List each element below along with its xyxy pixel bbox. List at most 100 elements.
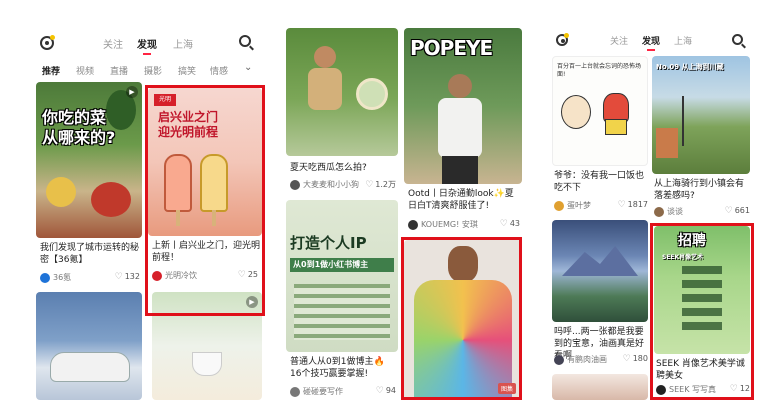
card-image bbox=[552, 374, 648, 400]
card-author[interactable]: SEEK 写写真 bbox=[656, 384, 716, 395]
card-author[interactable]: 有鹏肉油画 bbox=[554, 354, 607, 365]
feed-card[interactable]: 吗呼...两一张都是我要到的宝意，油画真是好看啊 有鹏肉油画 ♡180 bbox=[552, 220, 648, 370]
card-author[interactable]: 光明冷饮 bbox=[152, 270, 197, 281]
feed-card[interactable]: 百分百一上台就会忘词的恐怖场面! 爷爷：没有我一口饭也吃不下 蛋叶梦 ♡ 1817 bbox=[552, 56, 648, 216]
feed-card[interactable] bbox=[36, 292, 142, 400]
like-count[interactable]: ♡ 661 bbox=[725, 206, 750, 216]
likes-value: 25 bbox=[247, 270, 258, 279]
strawberry-shape bbox=[91, 182, 131, 217]
feed-card[interactable] bbox=[552, 374, 648, 400]
like-count[interactable]: ♡ 94 bbox=[376, 386, 396, 396]
card-image: 打造个人IP 从0到1做小红书博主 bbox=[286, 200, 398, 352]
author-name: 谈谈 bbox=[667, 207, 683, 216]
popsicle-stick bbox=[212, 210, 216, 226]
tab-discover[interactable]: 发现 bbox=[137, 36, 157, 55]
card-author[interactable]: 蛋叶梦 bbox=[554, 200, 591, 211]
author-name: 有鹏肉油画 bbox=[567, 355, 607, 364]
likes-value: 12 bbox=[739, 384, 750, 393]
like-count[interactable]: ♡ 1.2万 bbox=[365, 179, 396, 190]
category-emotion[interactable]: 情感 bbox=[210, 64, 228, 77]
category-live[interactable]: 直播 bbox=[110, 64, 128, 77]
tab-discover[interactable]: 发现 bbox=[642, 34, 660, 51]
like-count[interactable]: ♡ 43 bbox=[500, 219, 520, 229]
text-lines bbox=[294, 284, 390, 340]
feed-card[interactable]: ▶ bbox=[152, 292, 262, 400]
popsicle-shape bbox=[200, 154, 228, 212]
tab-following[interactable]: 关注 bbox=[610, 34, 628, 47]
card-author[interactable]: KOUEMG! 安琪 bbox=[408, 219, 478, 230]
card-caption: Ootd丨日杂通勤look✨夏日白T清爽舒服佳了! bbox=[408, 189, 514, 211]
author-name: 36氪 bbox=[53, 273, 72, 282]
card-author[interactable]: 碰碰要写作 bbox=[290, 386, 343, 397]
phone-screen-left: 关注 发现 上海 推荐 视频 直播 摄影 搞笑 情感 ⌄ 你吃的菜 从哪来的? … bbox=[30, 28, 268, 400]
phone-screen-middle: 夏天吃西瓜怎么拍? 大麦麦和小小狗 ♡ 1.2万 POPEYE Ootd丨日杂通勤… bbox=[286, 28, 522, 400]
search-icon[interactable] bbox=[239, 35, 251, 47]
author-name: 光明冷饮 bbox=[165, 271, 197, 280]
like-count[interactable]: ♡ 1817 bbox=[618, 200, 648, 210]
app-logo-icon[interactable] bbox=[556, 33, 569, 46]
top-nav: 关注 发现 上海 bbox=[30, 28, 268, 58]
card-author[interactable]: 谈谈 bbox=[654, 206, 683, 217]
app-logo-icon[interactable] bbox=[40, 35, 55, 50]
card-caption: SEEK 肖像艺术美学诚聘美女 bbox=[656, 359, 745, 381]
search-icon[interactable] bbox=[732, 34, 743, 45]
tab-local[interactable]: 上海 bbox=[674, 34, 692, 47]
likes-value: 180 bbox=[632, 354, 648, 363]
heart-icon: ♡ bbox=[237, 270, 246, 280]
feed-card[interactable]: 图集 bbox=[404, 240, 522, 400]
card-caption: 从上海骑行到小镇会有落差感吗? bbox=[654, 179, 745, 201]
card-image: 百分百一上台就会忘词的恐怖场面! bbox=[552, 56, 648, 166]
likes-value: 43 bbox=[509, 219, 520, 228]
boy-body bbox=[308, 68, 342, 110]
dark-pants bbox=[442, 156, 478, 184]
tab-local[interactable]: 上海 bbox=[173, 36, 193, 51]
mountain-shape bbox=[562, 246, 638, 276]
heart-icon: ♡ bbox=[729, 384, 738, 394]
heart-icon: ♡ bbox=[724, 206, 733, 216]
like-count[interactable]: ♡ 180 bbox=[623, 354, 648, 364]
card-overlay-text: 启兴业之门 迎光明前程 bbox=[158, 110, 219, 139]
teacup-shape bbox=[192, 352, 222, 376]
category-bar: 推荐 视频 直播 摄影 搞笑 情感 ⌄ bbox=[30, 60, 268, 80]
card-author[interactable]: 36氪 bbox=[40, 272, 71, 283]
feed-card[interactable]: POPEYE Ootd丨日杂通勤look✨夏日白T清爽舒服佳了! KOUEMG!… bbox=[404, 28, 522, 234]
category-recommend[interactable]: 推荐 bbox=[42, 64, 60, 77]
card-image: ▶ bbox=[152, 292, 262, 400]
like-count[interactable]: ♡ 12 bbox=[730, 384, 750, 394]
like-count[interactable]: ♡ 132 bbox=[115, 272, 140, 282]
avatar bbox=[656, 384, 666, 395]
video-play-icon: ▶ bbox=[246, 296, 258, 308]
avatar bbox=[654, 206, 664, 217]
card-overlay-text: 打造个人IP bbox=[290, 234, 367, 252]
feed-card[interactable]: No.09 从上海到川藏 从上海骑行到小镇会有落差感吗? 谈谈 ♡ 661 bbox=[652, 56, 750, 220]
avatar bbox=[290, 179, 300, 190]
card-overlay-text: No.09 从上海到川藏 bbox=[656, 63, 724, 71]
gallery-badge: 图集 bbox=[497, 383, 516, 394]
fan-shape bbox=[356, 78, 388, 110]
feed-card[interactable]: 夏天吃西瓜怎么拍? 大麦麦和小小狗 ♡ 1.2万 bbox=[286, 28, 398, 196]
feed-card[interactable]: 打造个人IP 从0到1做小红书博主 普通人从0到1做博主🔥 16个技巧赢要掌握!… bbox=[286, 200, 398, 400]
top-nav: 关注 发现 上海 bbox=[546, 28, 754, 58]
card-image bbox=[286, 28, 398, 156]
card-image: No.09 从上海到川藏 bbox=[652, 56, 750, 174]
likes-value: 1817 bbox=[627, 200, 648, 209]
avatar bbox=[554, 200, 564, 211]
card-overlay-text: 百分百一上台就会忘词的恐怖场面! bbox=[557, 63, 642, 78]
author-name: KOUEMG! 安琪 bbox=[421, 220, 478, 229]
feed-card[interactable]: 光明 启兴业之门 迎光明前程 上新丨启兴业之门，迎光明前程！ 光明冷饮 ♡ 25 bbox=[148, 88, 262, 284]
category-photography[interactable]: 摄影 bbox=[144, 64, 162, 77]
like-count[interactable]: ♡ 25 bbox=[238, 270, 258, 280]
category-funny[interactable]: 搞笑 bbox=[178, 64, 196, 77]
card-image bbox=[552, 220, 648, 322]
tab-following[interactable]: 关注 bbox=[103, 36, 123, 51]
white-tshirt bbox=[438, 98, 482, 158]
chevron-down-icon[interactable]: ⌄ bbox=[244, 62, 252, 73]
likes-value: 1.2万 bbox=[375, 180, 396, 189]
card-image bbox=[36, 292, 142, 400]
card-author[interactable]: 大麦麦和小小狗 bbox=[290, 179, 359, 190]
feed-card[interactable]: 你吃的菜 从哪来的? ▶ 我们发现了城市运转的秘密【36氪】 36氪 ♡ 132 bbox=[36, 82, 142, 288]
card-caption: 普通人从0到1做博主🔥 16个技巧赢要掌握! bbox=[290, 357, 385, 379]
category-video[interactable]: 视频 bbox=[76, 64, 94, 77]
card-image: POPEYE bbox=[404, 28, 522, 184]
feed-card[interactable]: 招聘 SEEK肖像艺术 SEEK 肖像艺术美学诚聘美女 SEEK 写写真 ♡ 12 bbox=[654, 226, 750, 398]
